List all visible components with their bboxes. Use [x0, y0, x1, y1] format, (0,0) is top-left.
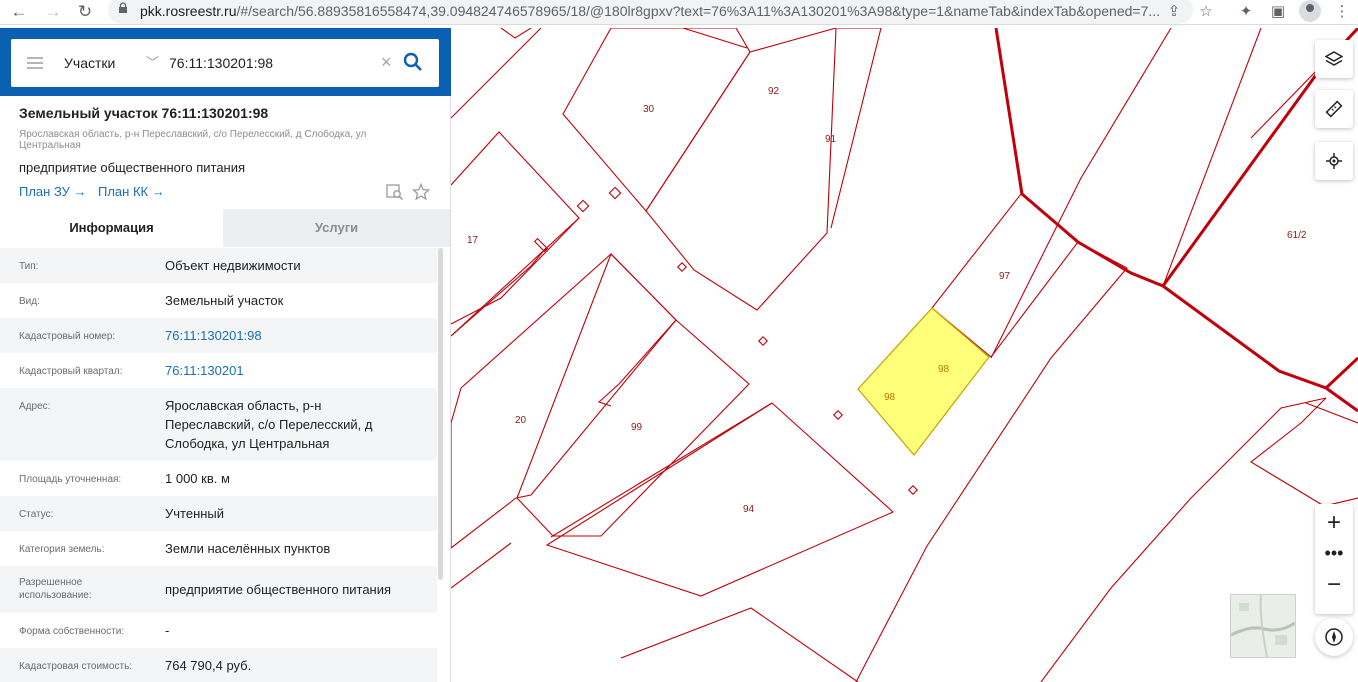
info-panel: Участки ﹀ × Земельный участок 76:11:1302… — [0, 28, 451, 682]
search-box: Участки ﹀ × — [11, 39, 439, 87]
row-label: Площадь уточненная: — [19, 474, 122, 485]
table-row: Кадастровый номер: 76:11:130201:98 — [0, 318, 437, 353]
zoom-to-object-icon[interactable] — [386, 183, 404, 201]
clear-icon[interactable]: × — [381, 52, 392, 73]
forward-icon[interactable]: → — [42, 1, 64, 23]
favorite-star-icon[interactable] — [412, 183, 430, 201]
plan-zu-link[interactable]: План ЗУ → — [19, 184, 87, 199]
row-label: Статус: — [19, 509, 54, 520]
layers-icon — [1325, 51, 1343, 66]
side-panel-icon[interactable]: ▣ — [1268, 2, 1288, 22]
parcel-label: 61/2 — [1287, 230, 1307, 241]
menu-kebab-icon[interactable]: ⋮ — [1332, 2, 1352, 22]
back-icon[interactable]: ← — [8, 1, 30, 23]
address-bar[interactable]: pkk.rosreestr.ru/#/search/56.88935816558… — [108, 0, 1193, 24]
parcel-label: 97 — [999, 271, 1011, 282]
zoom-control: + ••• − — [1315, 504, 1353, 614]
parcel-label: 99 — [631, 422, 643, 433]
row-label: Адрес: — [19, 401, 51, 412]
parcel-label: 98 — [938, 364, 950, 375]
object-title: Земельный участок 76:11:130201:98 — [19, 105, 269, 121]
extensions-icon[interactable]: ✦ — [1236, 2, 1256, 22]
row-value: Ярославская область, р-н Переславский, с… — [165, 398, 373, 451]
object-use: предприятие общественного питания — [19, 160, 246, 175]
measure-button[interactable] — [1315, 90, 1353, 128]
selected-parcel[interactable] — [857, 307, 990, 456]
table-row: Категория земель: Земли населённых пункт… — [0, 531, 437, 566]
row-label: Вид: — [19, 296, 40, 307]
search-icon[interactable] — [403, 52, 423, 72]
row-value: предприятие общественного питания — [165, 582, 392, 597]
row-label: Форма собственности: — [19, 626, 125, 637]
compass-button[interactable] — [1315, 618, 1353, 656]
cadastral-map[interactable]: 30 92 91 17 61/2 97 98 98 20 99 94 + •••… — [451, 28, 1358, 682]
tab-info[interactable]: Информация — [0, 209, 223, 247]
cadastral-quarter-link[interactable]: 76:11:130201 — [165, 361, 427, 380]
parcel-label: 91 — [825, 134, 837, 145]
search-band: Участки ﹀ × — [0, 28, 450, 96]
reload-icon[interactable]: ↻ — [74, 1, 96, 23]
panel-tabs: Информация Услуги — [0, 209, 450, 247]
table-row: Разрешенное использование: предприятие о… — [0, 566, 437, 613]
row-label: Кадастровый квартал: — [19, 366, 123, 377]
row-value: Земли населённых пунктов — [165, 541, 331, 556]
profile-avatar[interactable] — [1299, 0, 1321, 22]
row-value: Земельный участок — [165, 293, 284, 308]
parcel-label: 20 — [515, 415, 527, 426]
parcel-label: 17 — [467, 235, 479, 246]
row-value: 764 790,4 руб. — [165, 658, 252, 673]
share-icon[interactable]: ⇪ — [1164, 2, 1184, 22]
panel-scrollbar[interactable] — [438, 248, 443, 580]
compass-icon — [1325, 628, 1343, 646]
table-row: Кадастровый квартал: 76:11:130201 — [0, 353, 437, 388]
row-label: Категория земель: — [19, 544, 105, 555]
parcel-label: 30 — [643, 104, 655, 115]
cadastral-number-link[interactable]: 76:11:130201:98 — [165, 326, 427, 345]
plan-kk-link[interactable]: План КК → — [98, 184, 165, 199]
search-input[interactable] — [169, 55, 369, 71]
zoom-out-button[interactable]: − — [1315, 570, 1353, 600]
object-address: Ярославская область, р-н Переславский, с… — [19, 129, 367, 151]
row-label: Разрешенное использование: — [19, 577, 92, 601]
crosshair-icon — [1326, 153, 1342, 169]
minimap-image — [1231, 595, 1295, 657]
table-row: Кадастровая стоимость: 764 790,4 руб. — [0, 648, 437, 682]
table-row: Тип: Объект недвижимости — [0, 248, 437, 283]
row-label: Кадастровый номер: — [19, 331, 116, 342]
bookmark-star-icon[interactable]: ☆ — [1196, 2, 1216, 22]
row-label: Тип: — [19, 261, 39, 272]
table-row: Адрес: Ярославская область, р-н Переслав… — [0, 388, 437, 461]
row-value: - — [165, 623, 170, 638]
lock-icon — [119, 2, 127, 13]
table-row: Площадь уточненная: 1 000 кв. м — [0, 461, 437, 496]
table-row: Форма собственности: - — [0, 613, 437, 648]
parcel-label: 92 — [768, 86, 780, 97]
ruler-icon — [1325, 100, 1343, 118]
zoom-more-icon[interactable]: ••• — [1315, 538, 1353, 568]
table-row: Статус: Учтенный — [0, 496, 437, 531]
minimap-thumbnail[interactable] — [1230, 594, 1296, 658]
layers-button[interactable] — [1315, 40, 1353, 78]
row-label: Кадастровая стоимость: — [19, 661, 133, 672]
parcel-label: 98 — [884, 392, 896, 403]
url-text: pkk.rosreestr.ru/#/search/56.88935816558… — [140, 3, 1240, 19]
parcel-layer: 30 92 91 17 61/2 97 98 98 20 99 94 — [451, 28, 1358, 682]
row-value: Объект недвижимости — [165, 258, 301, 273]
search-type-select[interactable]: Участки — [64, 55, 115, 71]
info-table: Тип: Объект недвижимости Вид: Земельный … — [0, 248, 437, 682]
row-value: 1 000 кв. м — [165, 471, 230, 486]
hamburger-icon[interactable] — [27, 57, 43, 69]
table-row: Вид: Земельный участок — [0, 283, 437, 318]
tab-services[interactable]: Услуги — [223, 209, 450, 247]
row-value: Учтенный — [165, 506, 225, 521]
browser-toolbar: ← → ↻ pkk.rosreestr.ru/#/search/56.88935… — [0, 0, 1358, 25]
parcel-label: 94 — [743, 504, 755, 515]
chevron-down-icon[interactable]: ﹀ — [146, 52, 159, 71]
url-path: /#/search/56.88935816558474,39.094824746… — [236, 3, 1161, 19]
url-host: pkk.rosreestr.ru — [140, 3, 237, 19]
zoom-in-button[interactable]: + — [1315, 508, 1353, 538]
locate-button[interactable] — [1315, 142, 1353, 180]
quarter-boundaries — [994, 28, 1358, 413]
